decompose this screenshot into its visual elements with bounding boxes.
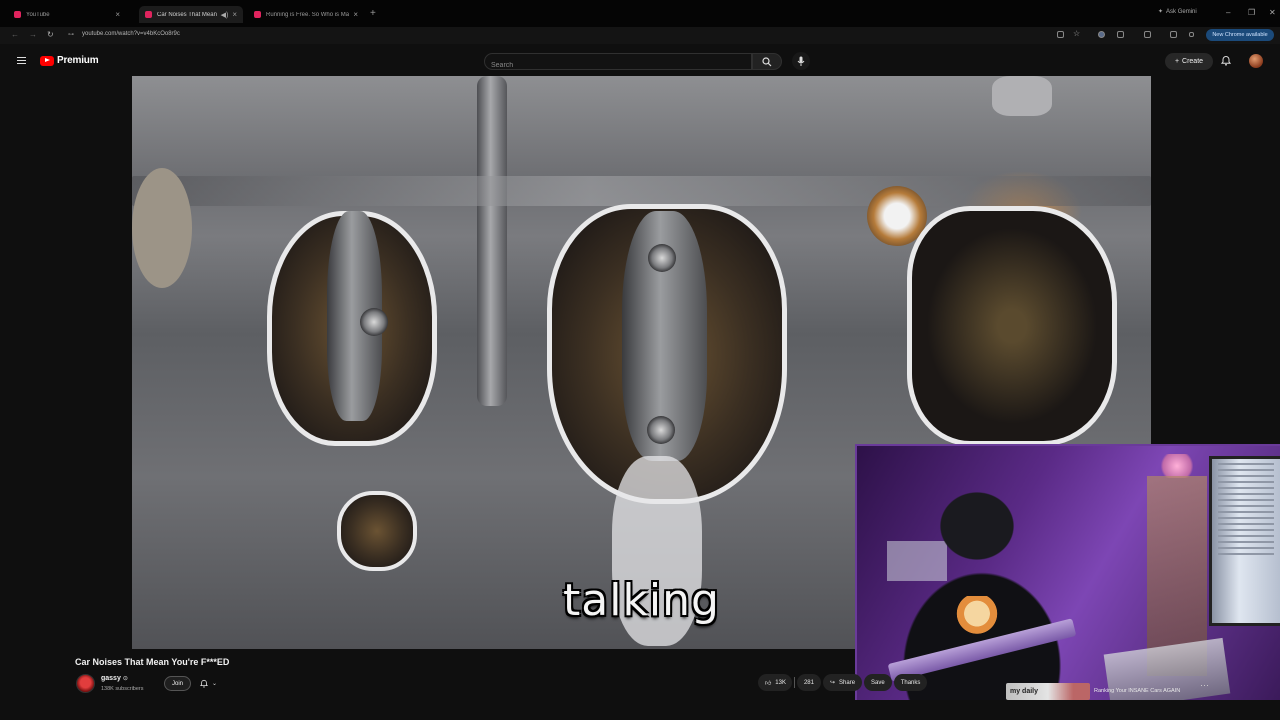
browser-tabstrip: YouTube × Car Noises That Mean You ◀) × … xyxy=(0,0,1280,27)
extensions-puzzle-icon[interactable] xyxy=(1117,31,1124,38)
minimize-icon[interactable]: – xyxy=(1226,8,1230,17)
create-label: Create xyxy=(1182,58,1204,65)
ceiling-light xyxy=(1157,454,1197,478)
account-avatar[interactable] xyxy=(1249,54,1263,68)
share-icon: ↪ xyxy=(829,680,836,686)
webcam-monitor xyxy=(1209,456,1280,626)
search-button[interactable] xyxy=(752,53,782,70)
block-rib xyxy=(132,176,1151,206)
subscription-bell-button[interactable]: ⌄ xyxy=(200,676,230,691)
extension-icon[interactable] xyxy=(1098,31,1105,38)
profile-icon[interactable] xyxy=(1189,32,1194,37)
microphone-icon xyxy=(797,56,805,66)
like-count: 13K xyxy=(775,679,786,686)
back-icon[interactable]: ← xyxy=(11,30,19,39)
recommended-title: Ranking Your INSANE Cars AGAIN xyxy=(1094,688,1181,694)
tab-title: Car Noises That Mean You xyxy=(157,11,217,18)
voice-search-button[interactable] xyxy=(792,52,810,70)
search-icon xyxy=(762,56,772,66)
close-tab-icon[interactable]: × xyxy=(232,10,237,19)
reload-icon[interactable]: ↻ xyxy=(47,30,54,39)
chevron-down-icon: ⌄ xyxy=(212,681,218,687)
create-button[interactable]: + Create xyxy=(1165,53,1213,70)
install-app-icon[interactable] xyxy=(1057,31,1064,38)
webcam-overlay xyxy=(855,444,1280,700)
bell-icon xyxy=(200,679,208,688)
tab-youtube[interactable]: YouTube × xyxy=(8,6,126,23)
forward-icon[interactable]: → xyxy=(29,30,37,39)
search-input[interactable] xyxy=(485,58,751,73)
dipstick-tube xyxy=(477,76,507,406)
more-options-icon[interactable]: ⋯ xyxy=(1200,680,1209,691)
ask-gemini-button[interactable]: ✦ Ask Gemini xyxy=(1158,8,1197,16)
restore-icon[interactable]: ❐ xyxy=(1248,8,1255,17)
tab-title: Running is Free. So Who is Ma xyxy=(266,11,350,18)
youtube-play-icon xyxy=(40,55,54,66)
audio-playing-icon[interactable]: ◀) xyxy=(221,11,229,19)
youtube-logo[interactable]: Premium xyxy=(40,55,99,66)
plus-icon: + xyxy=(1174,58,1180,65)
site-info-icon[interactable]: ⊶ xyxy=(68,31,74,38)
mount-boss xyxy=(992,76,1052,116)
comments-button[interactable]: 281 xyxy=(796,674,821,691)
rod-bolt xyxy=(648,244,676,272)
crank-cutout-right xyxy=(907,206,1117,446)
premium-label: Premium xyxy=(57,55,99,66)
rod-bolt xyxy=(647,416,675,444)
youtube-favicon-icon xyxy=(145,11,152,18)
tab-running-is-free[interactable]: Running is Free. So Who is Ma × xyxy=(248,6,364,23)
close-tab-icon[interactable]: × xyxy=(353,10,358,19)
gemini-icon: ✦ xyxy=(1158,9,1164,15)
join-button[interactable]: Join xyxy=(164,676,191,691)
save-button[interactable]: Save xyxy=(864,674,892,691)
channel-name-text: gassy xyxy=(101,675,121,682)
subscriber-count: 138K subscribers xyxy=(101,686,144,692)
thumbs-up-icon: 👍︎ xyxy=(765,680,772,687)
close-window-icon[interactable]: ✕ xyxy=(1269,8,1276,17)
ask-gemini-label: Ask Gemini xyxy=(1166,8,1197,15)
new-chrome-available-button[interactable]: New Chrome available xyxy=(1206,29,1274,41)
address-bar-row: ← → ↻ ⊶ youtube.com/watch?v=v4bKcOo8r9c … xyxy=(0,27,1280,44)
new-tab-button[interactable]: + xyxy=(370,8,376,19)
tab-title: YouTube xyxy=(26,11,50,18)
channel-name[interactable]: gassy ⊙ xyxy=(101,675,128,682)
close-tab-icon[interactable]: × xyxy=(115,10,120,19)
tab-car-noises[interactable]: Car Noises That Mean You ◀) × xyxy=(139,6,243,23)
share-label: Share xyxy=(839,679,856,686)
lower-cutout xyxy=(337,491,417,571)
verified-icon: ⊙ xyxy=(122,676,128,682)
youtube-favicon-icon xyxy=(254,11,261,18)
rod-bolt xyxy=(360,308,388,336)
url-field[interactable]: youtube.com/watch?v=v4bKcOo8r9c xyxy=(82,31,180,37)
channel-avatar[interactable] xyxy=(76,674,95,693)
comment-count: 281 xyxy=(803,679,814,686)
notifications-bell-icon[interactable] xyxy=(1221,55,1231,66)
youtube-favicon-icon xyxy=(14,11,21,18)
share-button[interactable]: ↪ Share xyxy=(822,674,863,691)
search-box[interactable] xyxy=(484,53,752,73)
bolt-head xyxy=(132,168,192,288)
youtube-header: Premium + Create xyxy=(0,44,1280,76)
downloads-icon[interactable] xyxy=(1170,31,1177,38)
like-button[interactable]: 👍︎ 13K xyxy=(758,674,792,691)
video-title: Car Noises That Mean You're F***ED xyxy=(75,657,230,667)
menu-icon[interactable] xyxy=(17,57,26,66)
video-actions: 👍︎ 13K 281 ↪ Share Save Thanks xyxy=(758,674,928,691)
recommended-thumbnail: my daily xyxy=(1006,683,1090,700)
thanks-label: Thanks xyxy=(900,679,921,686)
recommended-video[interactable]: my daily Ranking Your INSANE Cars AGAIN xyxy=(1006,683,1184,700)
divider xyxy=(793,677,795,688)
shirt-graphic xyxy=(952,596,1002,640)
bookmark-star-icon[interactable]: ☆ xyxy=(1073,29,1080,38)
side-panel-icon[interactable] xyxy=(1144,31,1151,38)
save-label: Save xyxy=(871,679,885,686)
thanks-button[interactable]: Thanks xyxy=(893,674,928,691)
